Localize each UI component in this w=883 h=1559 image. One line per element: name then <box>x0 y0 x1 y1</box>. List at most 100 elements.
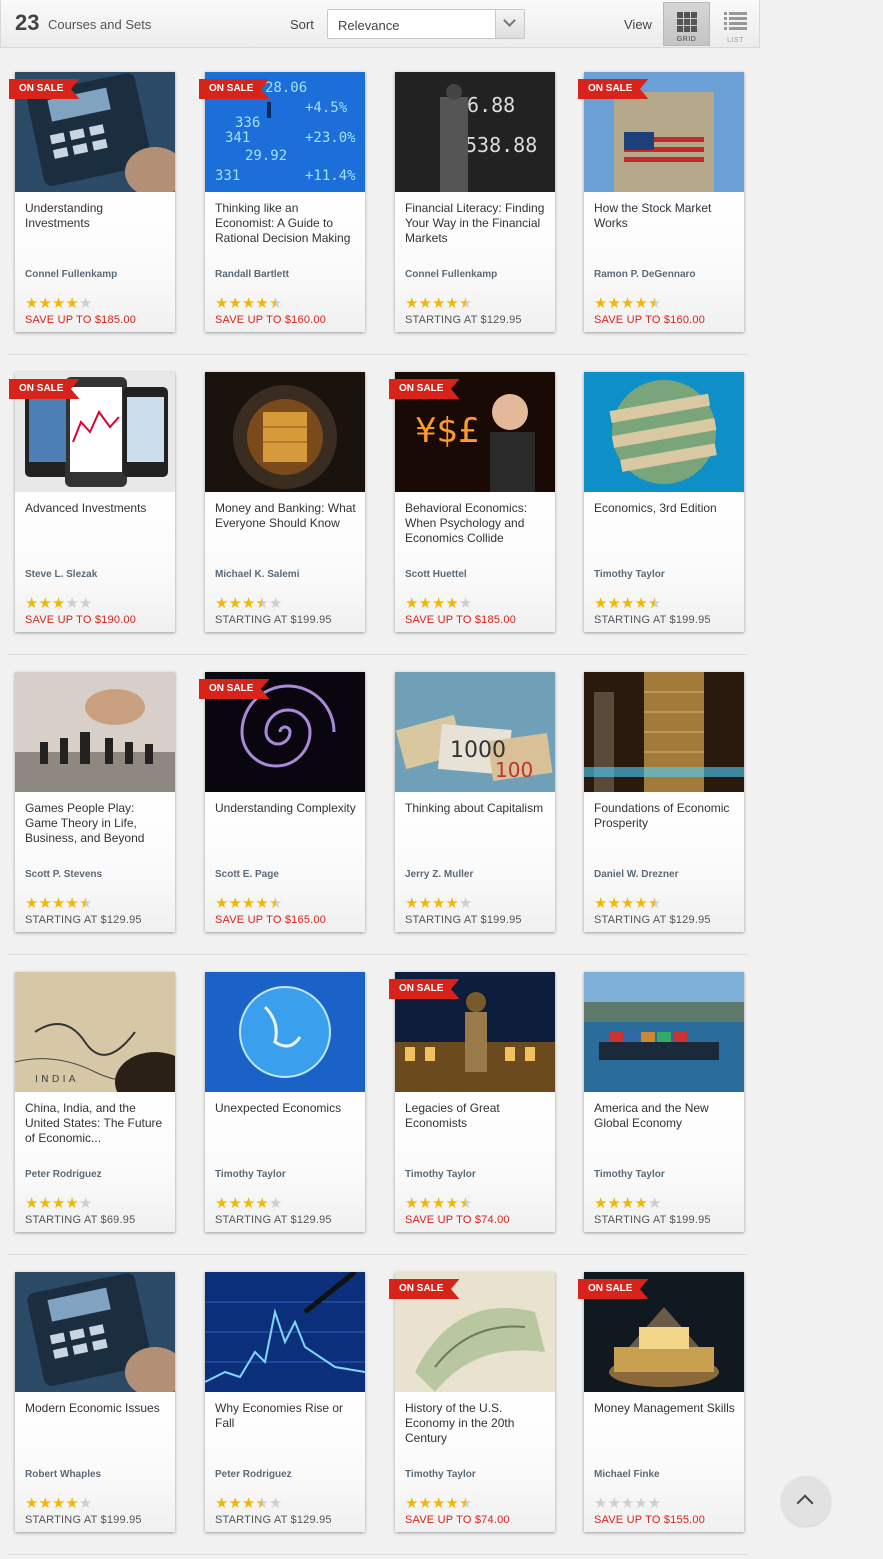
course-card[interactable]: America and the New Global Economy Timoth… <box>584 972 744 1232</box>
course-title[interactable]: Thinking like an Economist: A Guide to R… <box>215 201 357 246</box>
course-price: STARTING AT $129.95 <box>405 314 522 326</box>
course-card[interactable]: I N D I A China, India, and the United St… <box>15 972 175 1232</box>
svg-text:28.06: 28.06 <box>265 80 307 96</box>
course-card[interactable]: 28.06 +4.5% 336 341 29.92 +23.0% 331 +11.4% ON S… <box>199 72 365 332</box>
course-thumbnail[interactable]: 46.88 538.88 <box>395 72 555 192</box>
row-divider <box>8 954 748 955</box>
course-card[interactable]: Money and Banking: What Everyone Should … <box>205 372 365 632</box>
star-icon: ★ <box>255 895 269 912</box>
svg-text:336: 336 <box>235 115 260 131</box>
star-icon: ★ <box>78 295 93 312</box>
course-title[interactable]: Understanding Complexity <box>215 801 357 816</box>
results-toolbar: 23 Courses and Sets Sort Relevance View … <box>0 0 760 48</box>
course-card[interactable]: ON SALE Advanced Investments Steve L. Slez… <box>9 372 175 632</box>
course-price: STARTING AT $199.95 <box>594 1214 711 1226</box>
on-sale-badge: ON SALE <box>389 1279 460 1299</box>
course-title[interactable]: Behavioral Economics: When Psychology an… <box>405 501 547 546</box>
star-icon: ★ <box>594 1195 608 1212</box>
course-author: Peter Rodriguez <box>215 1469 292 1480</box>
course-card[interactable]: 1000 100 Thinking about Capitalism Jerry Z.… <box>395 672 555 932</box>
course-thumbnail[interactable] <box>205 972 365 1092</box>
course-title[interactable]: China, India, and the United States: The… <box>25 1101 167 1146</box>
star-icon: ★ <box>418 895 432 912</box>
list-view-button[interactable]: LIST <box>712 2 759 46</box>
course-card[interactable]: ¥$£ ON SALE Behavioral Economics: When Psy… <box>389 372 555 632</box>
course-title[interactable]: Understanding Investments <box>25 201 167 231</box>
course-rating: ★★★★★ <box>215 1196 282 1211</box>
course-title[interactable]: Foundations of Economic Prosperity <box>594 801 736 831</box>
course-thumbnail[interactable] <box>205 372 365 492</box>
course-rating: ★★★★★ <box>405 1496 472 1511</box>
course-card[interactable]: Foundations of Economic Prosperity Daniel… <box>584 672 744 932</box>
star-icon: ★ <box>38 1195 52 1212</box>
course-thumbnail[interactable] <box>205 1272 365 1392</box>
course-card[interactable]: ON SALE Legacies of Great Economists Timot… <box>389 972 555 1232</box>
star-icon: ★ <box>458 895 473 912</box>
star-icon: ★ <box>241 1195 256 1212</box>
row-divider <box>8 1254 748 1255</box>
star-icon: ★ <box>445 1195 459 1212</box>
on-sale-badge: ON SALE <box>9 379 80 399</box>
course-card[interactable]: ON SALE How the Stock Market Works Ramon P… <box>578 72 744 332</box>
course-title[interactable]: How the Stock Market Works <box>594 201 736 231</box>
grid-view-button[interactable]: GRID <box>663 2 710 46</box>
star-icon: ★ <box>634 1495 648 1512</box>
star-icon: ★ <box>38 895 52 912</box>
course-title[interactable]: Legacies of Great Economists <box>405 1101 547 1131</box>
course-title[interactable]: Economics, 3rd Edition <box>594 501 736 516</box>
course-author: Steve L. Slezak <box>25 569 98 580</box>
course-title[interactable]: Unexpected Economics <box>215 1101 357 1116</box>
course-title[interactable]: History of the U.S. Economy in the 20th … <box>405 1401 547 1446</box>
star-icon: ★ <box>25 1495 39 1512</box>
star-icon: ★ <box>405 1495 419 1512</box>
course-card[interactable]: Games People Play: Game Theory in Life, … <box>15 672 175 932</box>
on-sale-badge: ON SALE <box>578 79 649 99</box>
star-icon: ★ <box>458 595 473 612</box>
course-thumbnail[interactable] <box>584 972 744 1092</box>
course-card[interactable]: ON SALE Understanding Complexity Scott E. … <box>199 672 365 932</box>
course-title[interactable]: Modern Economic Issues <box>25 1401 167 1416</box>
course-title[interactable]: America and the New Global Economy <box>594 1101 736 1131</box>
course-card[interactable]: ON SALE Understanding Investments Connel F… <box>9 72 175 332</box>
course-thumbnail[interactable] <box>584 372 744 492</box>
on-sale-badge: ON SALE <box>9 79 80 99</box>
course-title[interactable]: Advanced Investments <box>25 501 167 516</box>
course-card[interactable]: ON SALE Money Management Skills Michael Fi… <box>578 1272 744 1532</box>
back-to-top-button[interactable] <box>781 1476 831 1526</box>
sort-dropdown[interactable]: Relevance <box>327 9 525 39</box>
course-thumbnail[interactable] <box>15 1272 175 1392</box>
course-author: Timothy Taylor <box>405 1169 476 1180</box>
course-thumbnail[interactable]: I N D I A <box>15 972 175 1092</box>
star-icon: ★ <box>38 595 52 612</box>
course-title[interactable]: Why Economies Rise or Fall <box>215 1401 357 1431</box>
course-card[interactable]: Modern Economic Issues Robert Whaples ★★★★… <box>15 1272 175 1532</box>
course-card[interactable]: Economics, 3rd Edition Timothy Taylor ★★★★… <box>584 372 744 632</box>
course-card[interactable]: Why Economies Rise or Fall Peter Rodrigue… <box>205 1272 365 1532</box>
course-title[interactable]: Thinking about Capitalism <box>405 801 547 816</box>
course-price: SAVE UP TO $185.00 <box>25 314 137 326</box>
star-icon: ★ <box>431 1195 446 1212</box>
star-icon: ★ <box>620 595 635 612</box>
course-title[interactable]: Money and Banking: What Everyone Should … <box>215 501 357 531</box>
course-card[interactable]: ON SALE History of the U.S. Economy in th… <box>389 1272 555 1532</box>
course-title[interactable]: Games People Play: Game Theory in Life, … <box>25 801 167 846</box>
course-rating: ★★★★★ <box>594 1196 661 1211</box>
course-author: Scott Huettel <box>405 569 467 580</box>
course-rating: ★★★★★ <box>25 896 92 911</box>
course-card[interactable]: 46.88 538.88 Financial Literacy: Finding Y… <box>395 72 555 332</box>
course-thumbnail[interactable] <box>584 672 744 792</box>
sort-dropdown-button[interactable] <box>495 10 524 38</box>
course-price: STARTING AT $129.95 <box>594 914 711 926</box>
svg-text:538.88: 538.88 <box>465 133 537 157</box>
course-title[interactable]: Money Management Skills <box>594 1401 736 1416</box>
star-icon: ★ <box>25 295 39 312</box>
star-icon: ★ <box>405 1195 419 1212</box>
view-label: View <box>624 17 652 32</box>
svg-text:¥$£: ¥$£ <box>415 411 480 451</box>
star-icon: ★ <box>51 595 66 612</box>
course-card[interactable]: Unexpected Economics Timothy Taylor ★★★★★ S… <box>205 972 365 1232</box>
star-icon: ★ <box>458 295 473 312</box>
course-title[interactable]: Financial Literacy: Finding Your Way in … <box>405 201 547 246</box>
course-thumbnail[interactable] <box>15 672 175 792</box>
course-thumbnail[interactable]: 1000 100 <box>395 672 555 792</box>
